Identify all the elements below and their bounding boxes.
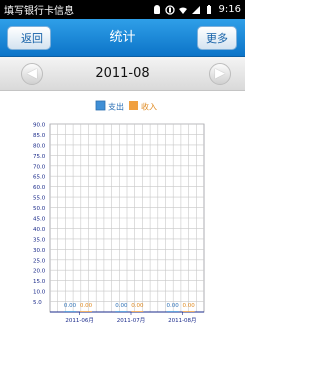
current-month: 2011-08 [95, 66, 150, 81]
x-tick-label: 2011-08月 [168, 317, 196, 324]
clock-text: 9:16 [218, 4, 241, 15]
previous-month-button[interactable]: ◀ [21, 63, 43, 85]
y-tick-label: 20.0 [33, 269, 46, 275]
notification-text: 填写银行卡信息 [4, 6, 74, 17]
bar [80, 311, 92, 312]
wifi-icon [178, 6, 187, 14]
status-bar: 填写银行卡信息 9:16 [0, 0, 245, 19]
y-tick-label: 30.0 [33, 248, 46, 254]
bar-value-label: 0.00 [131, 303, 144, 309]
bar-value-label: 0.00 [115, 303, 128, 309]
next-month-button[interactable]: ▶ [209, 63, 231, 85]
y-tick-label: 90.0 [33, 123, 46, 129]
y-tick-label: 50.0 [33, 206, 46, 212]
y-tick-label: 40.0 [33, 227, 46, 233]
legend-label: 收入 [141, 102, 157, 112]
y-tick-label: 5.0 [33, 300, 42, 306]
y-tick-label: 75.0 [33, 154, 46, 160]
y-tick-label: 55.0 [33, 196, 46, 202]
y-tick-label: 70.0 [33, 164, 46, 170]
arrow-right-icon: ▶ [215, 66, 225, 81]
bar [64, 311, 76, 312]
month-navigation: ◀ 2011-08 ▶ [0, 57, 245, 91]
y-tick-label: 10.0 [33, 290, 46, 296]
bar [182, 311, 195, 312]
y-tick-label: 80.0 [33, 143, 46, 149]
status-icons: 9:16 [152, 4, 241, 15]
usb-icon [164, 4, 175, 15]
bar-value-label: 0.00 [183, 303, 196, 309]
bar [115, 311, 128, 312]
title-bar: 返回 统计 更多 [0, 19, 245, 57]
chart-area: 支出 收入 90.0 85.0 80.0 75.0 70.0 65.0 60.0 55.0 50.0… [0, 91, 245, 367]
bar-chart: 支出 收入 90.0 85.0 80.0 75.0 70.0 65.0 60.0 55.0 50.0… [33, 100, 205, 324]
bar-value-label: 0.00 [80, 303, 93, 309]
signal-icon [191, 5, 200, 14]
y-tick-label: 15.0 [33, 279, 46, 285]
bar-value-label: 0.00 [64, 303, 77, 309]
y-tick-label: 60.0 [33, 185, 46, 191]
legend-label: 支出 [108, 102, 124, 112]
page-title: 统计 [109, 30, 136, 45]
battery-icon [206, 4, 211, 14]
y-tick-label: 25.0 [33, 258, 46, 264]
y-tick-label: 45.0 [33, 217, 46, 223]
legend-swatch [95, 100, 106, 111]
y-tick-label: 85.0 [33, 133, 46, 139]
bar [166, 311, 179, 312]
y-tick-label: 65.0 [33, 175, 46, 181]
x-tick-label: 2011-07月 [117, 317, 145, 324]
bar [131, 311, 144, 312]
android-icon [153, 4, 160, 14]
arrow-left-icon: ◀ [27, 66, 37, 81]
more-button[interactable]: 更多 [197, 26, 237, 50]
back-button[interactable]: 返回 [7, 26, 51, 50]
bar-value-label: 0.00 [167, 303, 180, 309]
y-tick-label: 35.0 [33, 237, 46, 243]
x-tick-label: 2011-06月 [65, 317, 93, 324]
legend-swatch [129, 101, 138, 110]
